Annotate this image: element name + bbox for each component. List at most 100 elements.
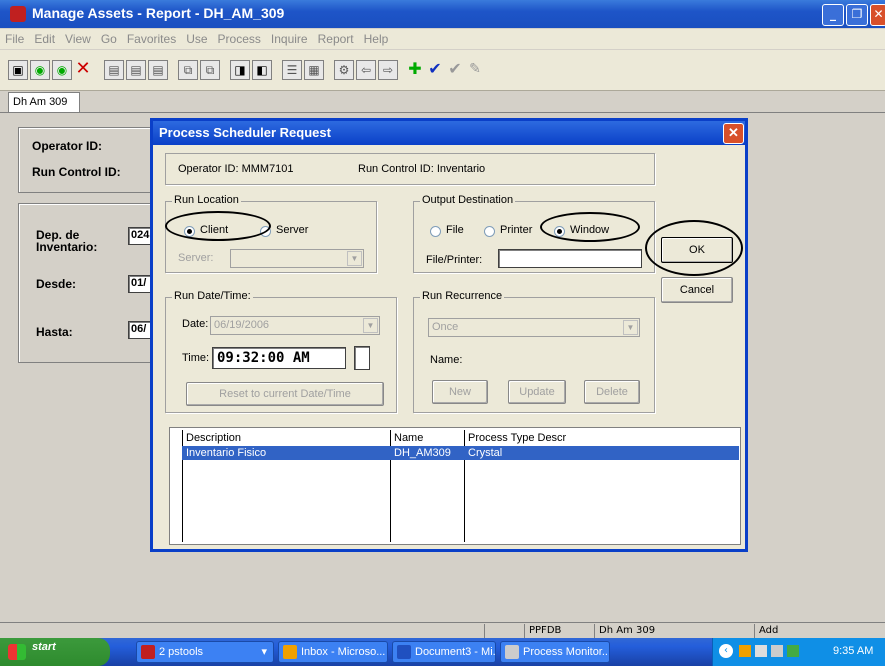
recurrence-name-label: Name:: [430, 354, 463, 366]
append-row-icon[interactable]: ▤: [126, 60, 146, 80]
col-description[interactable]: Description: [186, 432, 241, 444]
dialog-operator-id: Operator ID: MMM7101: [178, 163, 294, 175]
clock: 9:35 AM: [833, 645, 874, 657]
minimize-button[interactable]: _: [822, 4, 844, 26]
status-bar: PPFDB Dh Am 309 Add: [0, 622, 885, 639]
task-label: Process Monitor...: [523, 646, 610, 658]
time-input[interactable]: 09:32:00 AM: [212, 347, 346, 369]
prev-page-icon[interactable]: ◧: [252, 60, 272, 80]
printer-radio[interactable]: [484, 226, 495, 237]
copy-icon[interactable]: ⧉: [178, 60, 198, 80]
date-input[interactable]: 06/19/2006 ▼: [210, 316, 380, 335]
dialog-close-icon[interactable]: ✕: [723, 123, 744, 144]
server-select[interactable]: ▼: [230, 249, 364, 268]
menu-help[interactable]: Help: [359, 29, 394, 46]
menu-process[interactable]: Process: [213, 29, 266, 46]
ok-button[interactable]: OK: [661, 237, 733, 263]
table-row[interactable]: Inventario Fisico DH_AM309 Crystal: [182, 446, 739, 460]
status-server: PPFDB: [524, 624, 594, 638]
menu-bar: File Edit View Go Favorites Use Process Inquire…: [0, 29, 885, 49]
restore-button[interactable]: ❐: [846, 4, 868, 26]
menu-file[interactable]: File: [0, 29, 29, 46]
window-radio[interactable]: [554, 226, 565, 237]
chevron-down-icon: ▾: [261, 646, 267, 658]
toolbar: ▣ ◉ ◉ ✕ ▤ ▤ ▤ ⧉ ⧉ ◨ ◧ ☰ ▦ ⚙ ⇦ ⇨ ✚ ✔ ✔ ✎: [0, 50, 885, 91]
task-pstools[interactable]: 2 pstools ▾: [136, 641, 274, 663]
status-blank: [484, 624, 524, 638]
close-button[interactable]: ✕: [870, 4, 885, 26]
server-radio[interactable]: [260, 226, 271, 237]
menu-view[interactable]: View: [60, 29, 96, 46]
traffic-light-icon[interactable]: ◉: [30, 60, 50, 80]
task-label: 2 pstools: [159, 646, 204, 658]
delete-button[interactable]: Delete: [584, 380, 640, 404]
recurrence-select[interactable]: Once ▼: [428, 318, 640, 337]
col-process-type[interactable]: Process Type Descr: [468, 432, 566, 444]
check-all-icon[interactable]: ✔: [446, 60, 464, 78]
col-name[interactable]: Name: [394, 432, 423, 444]
chevron-down-icon: ▼: [363, 318, 378, 333]
delete-row-icon[interactable]: ▤: [148, 60, 168, 80]
printer-label: Printer: [500, 224, 533, 236]
start-button[interactable]: start: [0, 638, 110, 666]
paste-icon[interactable]: ⧉: [200, 60, 220, 80]
task-document3[interactable]: Document3 - Mi...: [392, 641, 496, 663]
page-tab[interactable]: Dh Am 309: [8, 92, 80, 112]
menu-report[interactable]: Report: [313, 29, 359, 46]
client-radio[interactable]: [184, 226, 195, 237]
traffic-light-run-icon[interactable]: ◉: [52, 60, 72, 80]
file-printer-input[interactable]: [498, 249, 642, 268]
task-process-monitor[interactable]: Process Monitor...: [500, 641, 610, 663]
desde-label: Desde:: [36, 277, 77, 291]
status-tray-icon[interactable]: [787, 645, 799, 657]
arrow-right-icon[interactable]: ⇨: [378, 60, 398, 80]
run-location-legend: Run Location: [172, 194, 241, 206]
new-button[interactable]: New: [432, 380, 488, 404]
menu-inquire[interactable]: Inquire: [266, 29, 313, 46]
app-icon: [10, 6, 26, 22]
gear-icon[interactable]: ⚙: [334, 60, 354, 80]
dep-input[interactable]: 024: [128, 227, 152, 245]
grid-icon[interactable]: ▦: [304, 60, 324, 80]
client-label: Client: [200, 224, 229, 236]
taskbar: start 2 pstools ▾ Inbox - Microso... Docu…: [0, 638, 885, 666]
outlook-icon: [283, 645, 297, 659]
output-destination-legend: Output Destination: [420, 194, 516, 206]
row-name: DH_AM309: [394, 447, 451, 459]
dialog-title: Process Scheduler Request: [159, 125, 331, 140]
file-radio[interactable]: [430, 226, 441, 237]
hasta-input[interactable]: 06/: [128, 321, 152, 339]
menu-use[interactable]: Use: [181, 29, 212, 46]
list-icon[interactable]: ☰: [282, 60, 302, 80]
arrow-left-icon[interactable]: ⇦: [356, 60, 376, 80]
monitor-tray-icon[interactable]: [771, 645, 783, 657]
network-tray-icon[interactable]: [755, 645, 767, 657]
save-icon[interactable]: ▣: [8, 60, 28, 80]
hasta-label: Hasta:: [36, 325, 73, 339]
desde-input[interactable]: 01/: [128, 275, 152, 293]
cancel-x-icon[interactable]: ✕: [74, 60, 92, 78]
menu-favorites[interactable]: Favorites: [122, 29, 181, 46]
outlook-tray-icon[interactable]: [739, 645, 751, 657]
tray-expand-icon[interactable]: ‹: [719, 644, 733, 658]
insert-row-icon[interactable]: ▤: [104, 60, 124, 80]
task-label: Inbox - Microso...: [301, 646, 386, 658]
update-button[interactable]: Update: [508, 380, 566, 404]
reset-datetime-button[interactable]: Reset to current Date/Time: [186, 382, 384, 406]
server-field-label: Server:: [178, 252, 214, 264]
task-inbox[interactable]: Inbox - Microso...: [278, 641, 388, 663]
pencil-icon[interactable]: ✎: [466, 60, 484, 78]
checkmark-icon[interactable]: ✔: [426, 60, 444, 78]
row-process-type: Crystal: [468, 447, 503, 459]
menu-go[interactable]: Go: [96, 29, 122, 46]
time-spinner[interactable]: [354, 346, 370, 370]
menu-edit[interactable]: Edit: [29, 29, 60, 46]
plus-icon[interactable]: ✚: [406, 60, 424, 78]
start-label: start: [32, 641, 56, 653]
next-page-icon[interactable]: ◨: [230, 60, 250, 80]
chevron-down-icon: ▼: [623, 320, 638, 335]
status-page: Dh Am 309: [594, 624, 754, 638]
time-label: Time:: [182, 352, 210, 364]
cancel-button[interactable]: Cancel: [661, 277, 733, 303]
operator-info-panel: Operator ID: MMM7101 Run Control ID: Inv…: [165, 153, 655, 185]
